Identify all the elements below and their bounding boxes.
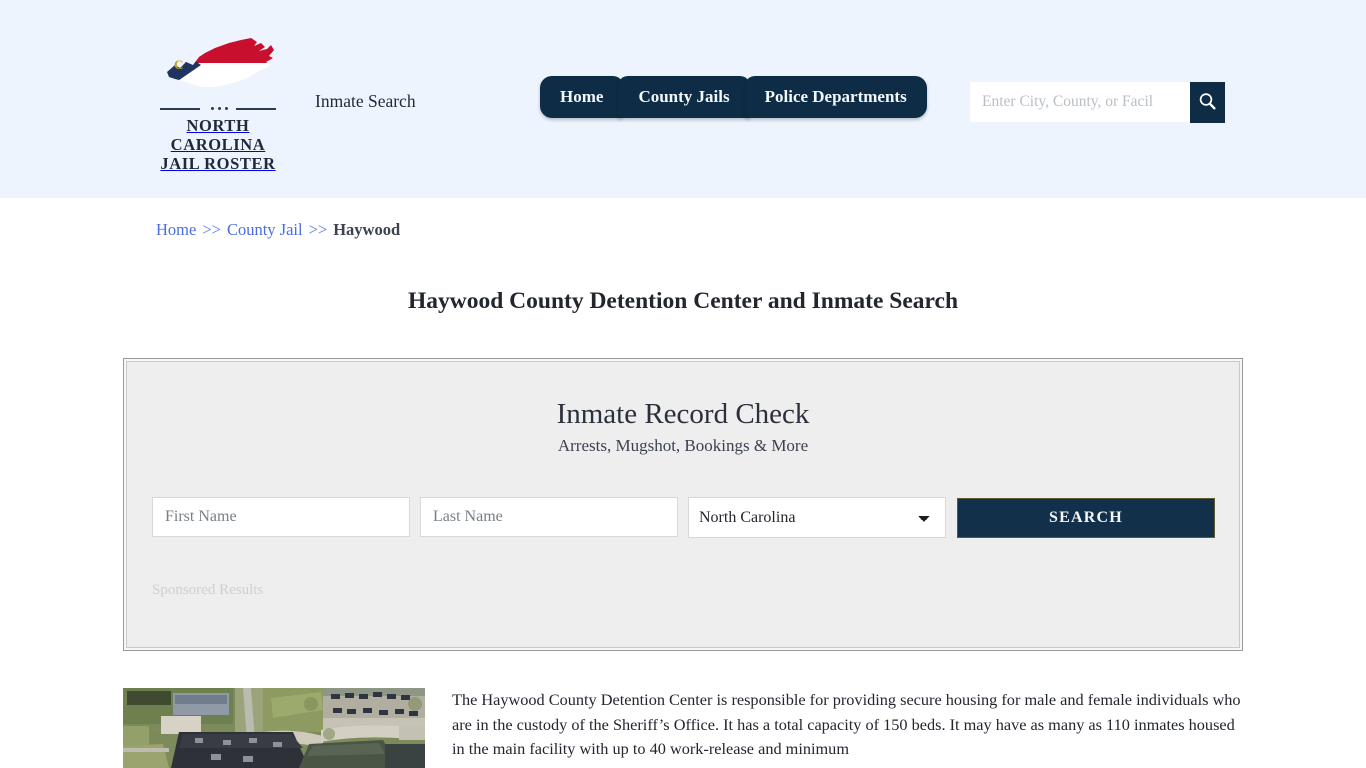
nav-item-home[interactable]: Home [540, 76, 624, 118]
nav-item-police-departments[interactable]: Police Departments [744, 76, 927, 118]
logo-divider [160, 104, 276, 114]
search-button[interactable]: SEARCH [957, 498, 1215, 538]
header-inner: C NORTH CAROLINA JAIL ROSTER Inmate Sear… [0, 0, 1366, 198]
widget-subtitle: Arrests, Mugshot, Bookings & More [557, 436, 809, 455]
aerial-photo-haywood-county-detention-center [123, 688, 425, 768]
first-name-input[interactable] [152, 497, 410, 537]
breadcrumb-separator: >> [308, 220, 328, 239]
site-header: C NORTH CAROLINA JAIL ROSTER Inmate Sear… [0, 0, 1366, 198]
header-search-button[interactable] [1190, 82, 1225, 123]
breadcrumb-item-current: Haywood [333, 220, 401, 239]
svg-text:C: C [174, 57, 183, 72]
facility-content: The Haywood County Detention Center is r… [123, 688, 1248, 768]
facility-description: The Haywood County Detention Center is r… [452, 690, 1241, 759]
header-search-input[interactable] [970, 82, 1190, 122]
main-navigation: Home County Jails Police Departments [540, 76, 927, 118]
logo-line-2: JAIL ROSTER [160, 154, 276, 173]
breadcrumb-separator: >> [202, 220, 221, 239]
nav-item-county-jails[interactable]: County Jails [618, 76, 750, 118]
inmate-search-form: North Carolina SEARCH [152, 497, 1216, 538]
last-name-input[interactable] [420, 497, 678, 537]
widget-title: Inmate Record Check [556, 398, 810, 430]
search-icon [1198, 92, 1217, 114]
site-logo[interactable]: C NORTH CAROLINA JAIL ROSTER [139, 32, 297, 173]
sponsored-results-label: Sponsored Results [152, 582, 264, 598]
breadcrumb-item-home[interactable]: Home [156, 220, 196, 239]
breadcrumb-item-county-jail[interactable]: County Jail [227, 220, 303, 239]
logo-line-1: NORTH CAROLINA [170, 116, 266, 154]
north-carolina-state-map-icon: C [153, 32, 283, 98]
header-search [970, 82, 1225, 123]
inmate-record-check-widget: Inmate Record Check Arrests, Mugshot, Bo… [123, 358, 1243, 651]
page-title: Haywood County Detention Center and Inma… [407, 287, 959, 314]
breadcrumb: Home >> County Jail >> Haywood [156, 220, 400, 240]
state-select[interactable]: North Carolina [688, 497, 946, 538]
site-tagline: Inmate Search [315, 91, 416, 111]
